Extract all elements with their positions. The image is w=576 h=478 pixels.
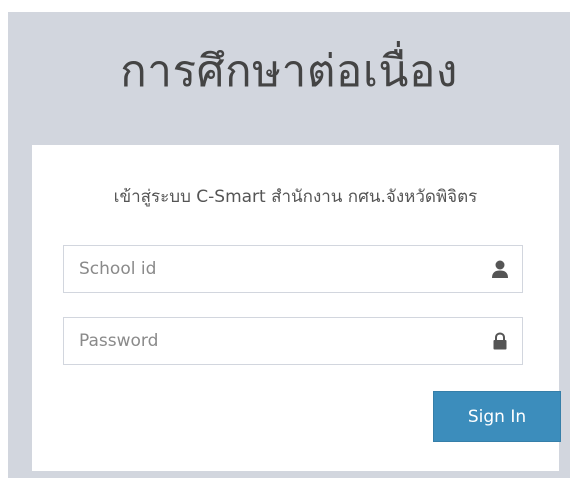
school-id-input[interactable]: [64, 246, 464, 292]
sign-in-button[interactable]: Sign In: [433, 391, 561, 442]
login-page: การศึกษาต่อเนื่อง เข้าสู่ระบบ C-Smart สำ…: [8, 12, 570, 478]
school-id-field: [63, 245, 523, 293]
password-input[interactable]: [64, 318, 464, 364]
password-field: [63, 317, 523, 365]
user-icon: [492, 260, 508, 278]
login-box-message: เข้าสู่ระบบ C-Smart สำนักงาน กศน.จังหวัด…: [113, 187, 478, 207]
login-logo-title: การศึกษาต่อเนื่อง: [120, 46, 458, 97]
lock-icon: [493, 332, 507, 350]
login-box: เข้าสู่ระบบ C-Smart สำนักงาน กศน.จังหวัด…: [32, 145, 561, 471]
